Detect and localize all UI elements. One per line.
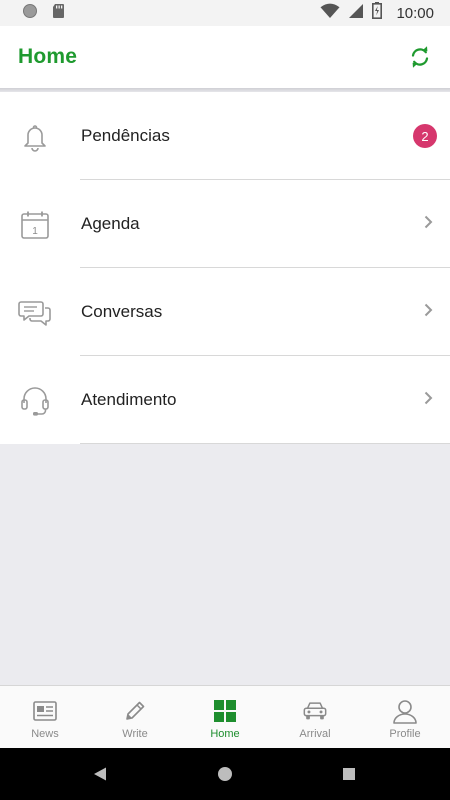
- pending-count-badge: 2: [413, 124, 437, 148]
- nav-item-arrival[interactable]: Arrival: [270, 686, 360, 748]
- menu-item-label: Agenda: [81, 214, 140, 233]
- menu-item-label: Atendimento: [81, 390, 177, 409]
- page-title: Home: [18, 45, 78, 68]
- menu-item-label: Conversas: [81, 302, 163, 321]
- divider: [80, 443, 450, 444]
- headset-icon: [18, 384, 52, 418]
- calendar-day: 1: [32, 226, 38, 237]
- back-triangle-icon: [94, 767, 106, 781]
- chevron-right-icon: [422, 302, 434, 323]
- recents-button[interactable]: [337, 762, 361, 786]
- nav-item-news[interactable]: News: [0, 686, 90, 748]
- bell-icon: [18, 120, 52, 154]
- chevron-right-icon: [422, 214, 434, 235]
- grid-icon: [212, 698, 238, 724]
- battery-icon: [372, 2, 383, 24]
- nav-item-home[interactable]: Home: [180, 686, 270, 748]
- wifi-icon: [320, 3, 340, 24]
- refresh-icon: [411, 46, 429, 68]
- menu-item-label: Pendências: [81, 126, 170, 145]
- bottom-nav: News Write Home Arrival Profile: [0, 685, 450, 748]
- sd-card-icon: [52, 3, 66, 24]
- nav-label: News: [31, 728, 59, 740]
- menu-item-atendimento[interactable]: Atendimento: [0, 356, 450, 444]
- nav-item-profile[interactable]: Profile: [360, 686, 450, 748]
- nav-label: Home: [210, 728, 240, 740]
- recents-square-icon: [343, 768, 355, 780]
- status-bar: 10:00: [0, 0, 450, 26]
- nav-label: Profile: [389, 728, 421, 740]
- newspaper-icon: [32, 698, 58, 724]
- person-icon: [392, 698, 418, 724]
- menu-list: Pendências 2 1 Agenda Conversas Atendime…: [0, 92, 450, 444]
- back-button[interactable]: [88, 762, 112, 786]
- calendar-icon: 1: [18, 208, 52, 242]
- nav-label: Write: [122, 728, 148, 740]
- menu-item-conversas[interactable]: Conversas: [0, 268, 450, 356]
- notification-dot-icon: [22, 3, 38, 24]
- nav-item-write[interactable]: Write: [90, 686, 180, 748]
- cell-signal-icon: [348, 3, 364, 24]
- pencil-icon: [122, 698, 148, 724]
- menu-item-agenda[interactable]: 1 Agenda: [0, 180, 450, 268]
- nav-label: Arrival: [299, 728, 331, 740]
- system-nav-bar: [0, 748, 450, 800]
- status-time: 10:00: [396, 4, 434, 22]
- app-bar: Home: [0, 26, 450, 88]
- refresh-button[interactable]: [406, 43, 434, 71]
- menu-item-pendencias[interactable]: Pendências 2: [0, 92, 450, 180]
- chat-bubbles-icon: [18, 296, 52, 330]
- home-circle-icon: [218, 767, 232, 781]
- car-icon: [302, 698, 328, 724]
- chevron-right-icon: [422, 390, 434, 411]
- home-button[interactable]: [213, 762, 237, 786]
